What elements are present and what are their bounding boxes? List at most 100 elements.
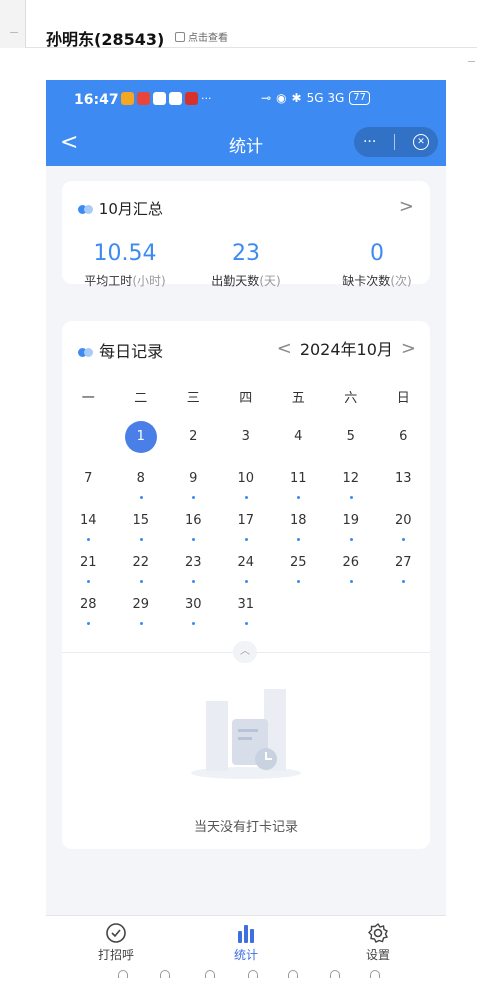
record-dot [192, 622, 195, 625]
nav-bar: < 统计 ··· ✕ [46, 120, 446, 166]
record-dot [192, 538, 195, 541]
system-nav-mark [330, 970, 340, 978]
calendar-day[interactable]: 18 [272, 505, 325, 547]
monthly-summary-card[interactable]: 10月汇总 > 10.54 平均工时(小时) 23 出勤天数(天) 0 缺卡次数… [62, 181, 430, 288]
record-dot [349, 538, 353, 541]
calendar-day-number: 3 [241, 429, 250, 444]
calendar-day-number: 21 [79, 555, 97, 570]
app-icon [185, 92, 198, 105]
record-dot [244, 622, 248, 625]
stat-label: 出勤天数(天) [211, 274, 281, 288]
calendar-day[interactable]: 14 [62, 505, 115, 547]
calendar-day[interactable]: 27 [377, 547, 430, 589]
check-circle-icon [106, 923, 126, 943]
calendar-day-number: 14 [79, 513, 97, 528]
view-link[interactable]: 点击查看 [175, 29, 228, 44]
empty-state-text: 当天没有打卡记录 [193, 820, 298, 835]
dots-icon [78, 348, 94, 357]
calendar-day[interactable]: 1 [115, 421, 168, 463]
tab-greet[interactable]: 打招呼 [76, 922, 156, 963]
calendar-day[interactable]: 6 [377, 421, 430, 463]
stat-avg-hours: 10.54 平均工时(小时) [70, 241, 180, 289]
calendar-day[interactable]: 9 [167, 463, 220, 505]
calendar-day[interactable]: 24 [220, 547, 273, 589]
record-dot [244, 496, 248, 499]
left-tab-edge[interactable] [0, 0, 26, 48]
calendar-day-number: 25 [289, 555, 307, 570]
system-nav-mark [160, 970, 170, 978]
stat-attendance-days: 23 出勤天数(天) [191, 241, 301, 289]
weekday-label: 六 [344, 391, 358, 406]
calendar-day[interactable]: 7 [62, 463, 115, 505]
calendar-day-number: 24 [237, 555, 255, 570]
chevron-right-icon[interactable]: > [399, 196, 414, 217]
calendar-day-number: 29 [132, 597, 150, 612]
calendar-day[interactable]: 15 [115, 505, 168, 547]
calendar-day[interactable]: 5 [325, 421, 378, 463]
calendar-day-number: 31 [237, 597, 255, 612]
calendar-day[interactable]: 23 [167, 547, 220, 589]
month-switcher: < 2024年10月 > [277, 336, 416, 360]
checkbox-icon [175, 31, 185, 42]
calendar-day-number: 23 [184, 555, 202, 570]
calendar-day[interactable]: 13 [377, 463, 430, 505]
status-right: ⊸ ◉ ✱ 5G 3G 77 [261, 91, 371, 105]
window-title: 孙明东(28543) [46, 30, 165, 49]
calendar-day[interactable]: 30 [167, 589, 220, 631]
calendar-day[interactable]: 28 [62, 589, 115, 631]
calendar-day[interactable]: 26 [325, 547, 378, 589]
calendar-day[interactable]: 12 [325, 463, 378, 505]
weekday-label: 三 [186, 391, 200, 406]
calendar-day[interactable]: 29 [115, 589, 168, 631]
calendar-day-number: 30 [184, 597, 202, 612]
prev-month-button[interactable]: < [277, 338, 292, 359]
stat-missed-punches: 0 缺卡次数(次) [322, 241, 432, 289]
weekday-label: 五 [291, 391, 305, 406]
calendar-day-number: 15 [132, 513, 150, 528]
calendar-day[interactable]: 21 [62, 547, 115, 589]
eye-icon: ◉ [276, 91, 287, 105]
system-nav-mark [205, 970, 215, 978]
calendar-day[interactable]: 2 [167, 421, 220, 463]
signal-text: 5G 3G [306, 91, 345, 105]
calendar-day-number: 22 [132, 555, 150, 570]
calendar-day[interactable]: 19 [325, 505, 378, 547]
next-month-button[interactable]: > [401, 338, 416, 359]
chevron-up-icon[interactable]: ︿ [233, 641, 257, 663]
calendar-day[interactable]: 20 [377, 505, 430, 547]
calendar-day[interactable]: 11 [272, 463, 325, 505]
empty-state-illustration [191, 689, 301, 779]
summary-header: 10月汇总 [78, 198, 163, 219]
calendar-day[interactable]: 3 [220, 421, 273, 463]
more-button[interactable]: ··· [363, 134, 376, 150]
battery-indicator: 77 [349, 91, 371, 105]
mini-program-capsule: ··· ✕ [354, 127, 438, 157]
record-dot [87, 580, 90, 583]
close-button[interactable]: ✕ [413, 134, 430, 150]
calendar-day-number: 6 [399, 429, 408, 444]
tab-settings[interactable]: 设置 [338, 922, 418, 963]
stat-label: 缺卡次数(次) [342, 274, 412, 288]
calendar-day[interactable]: 4 [272, 421, 325, 463]
status-app-icons: ··· [121, 92, 212, 105]
tab-label: 设置 [365, 948, 390, 962]
calendar-day[interactable]: 25 [272, 547, 325, 589]
calendar-day-number: 18 [289, 513, 307, 528]
calendar-day-number: 5 [346, 429, 355, 444]
tab-stats[interactable]: 统计 [206, 922, 286, 963]
calendar-day[interactable]: 17 [220, 505, 273, 547]
record-dot [349, 580, 353, 583]
app-icon [153, 92, 166, 105]
calendar-day[interactable]: 8 [115, 463, 168, 505]
system-nav-mark [288, 970, 298, 978]
calendar-day[interactable]: 31 [220, 589, 273, 631]
record-dot [297, 538, 300, 541]
weekday-label: 四 [239, 391, 253, 406]
bluetooth-icon: ✱ [291, 91, 302, 105]
calendar-day[interactable]: 16 [167, 505, 220, 547]
calendar-day[interactable]: 10 [220, 463, 273, 505]
more-status-icons: ··· [201, 92, 212, 105]
calendar-day-number: 26 [342, 555, 360, 570]
tab-label: 统计 [233, 948, 258, 962]
calendar-day[interactable]: 22 [115, 547, 168, 589]
